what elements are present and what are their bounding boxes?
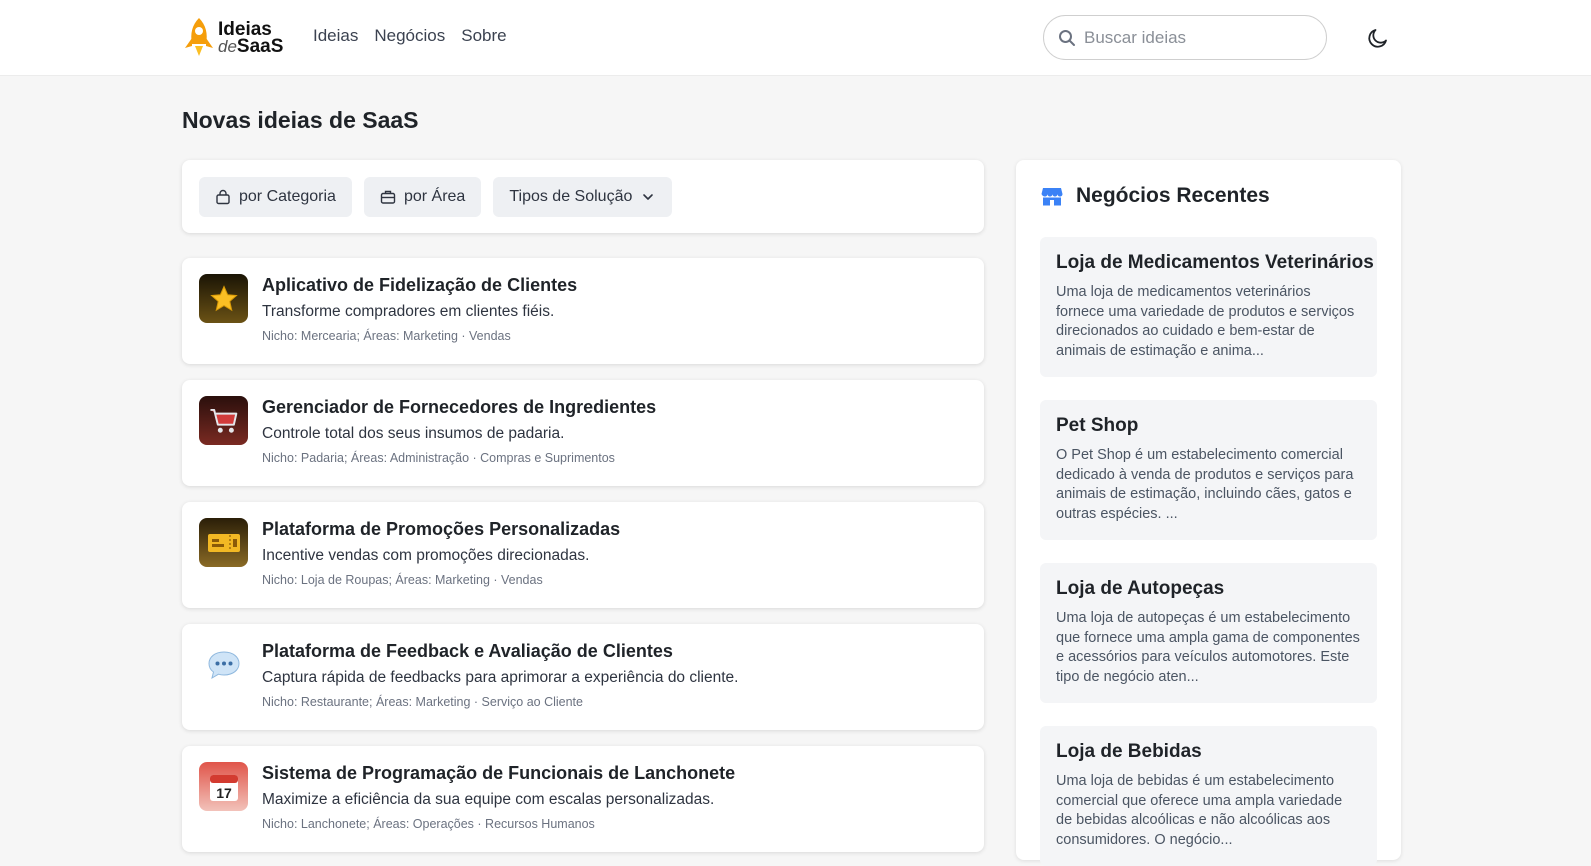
idea-description: Transforme compradores em clientes fiéis… — [262, 303, 555, 320]
idea-meta: Nicho: Restaurante; Áreas: Marketing · S… — [262, 695, 583, 709]
nav-link-ideias[interactable]: Ideias — [313, 26, 358, 46]
shopping-cart-icon — [199, 396, 248, 445]
sidebar-title: Negócios Recentes — [1076, 184, 1270, 207]
svg-text:17: 17 — [216, 785, 232, 801]
business-title: Loja de Bebidas — [1056, 741, 1202, 762]
idea-description: Incentive vendas com promoções direciona… — [262, 547, 590, 564]
idea-card[interactable]: Aplicativo de Fidelização de Clientes Tr… — [182, 258, 984, 364]
logo[interactable]: Ideias deSaaS — [182, 16, 288, 60]
briefcase-icon — [380, 190, 396, 204]
business-description: Uma loja de bebidas é um estabelecimento… — [1056, 773, 1343, 848]
filter-label: por Categoria — [239, 187, 336, 205]
filter-by-category-button[interactable]: por Categoria — [199, 176, 352, 217]
business-card[interactable]: Loja de Medicamentos Veterinários Uma lo… — [1040, 237, 1377, 377]
star-icon — [199, 274, 248, 323]
filter-bar: por Categoria por Área Tipos de Solução — [182, 160, 984, 233]
idea-title: Plataforma de Feedback e Avaliação de Cl… — [262, 641, 673, 661]
business-title: Loja de Autopeças — [1056, 578, 1225, 599]
idea-card[interactable]: Plataforma de Promoções Personalizadas I… — [182, 502, 984, 608]
idea-meta: Nicho: Mercearia; Áreas: Marketing · Ven… — [262, 329, 511, 343]
filter-by-area-button[interactable]: por Área — [363, 176, 482, 217]
idea-description: Captura rápida de feedbacks para aprimor… — [262, 669, 739, 686]
business-card[interactable]: Loja de Autopeças Uma loja de autopeças … — [1040, 563, 1377, 703]
shopping-cart-icon-graphic — [209, 408, 237, 433]
bag-icon — [216, 189, 230, 204]
calendar-icon: 17 — [199, 762, 248, 811]
logo-word-de: de — [218, 37, 237, 56]
idea-meta: Nicho: Padaria; Áreas: Administração · C… — [262, 451, 615, 465]
idea-description: Maximize a eficiência da sua equipe com … — [262, 791, 715, 808]
filter-label: Tipos de Solução — [509, 187, 633, 205]
business-card[interactable]: Pet Shop O Pet Shop é um estabelecimento… — [1040, 400, 1377, 540]
search-box[interactable] — [1043, 15, 1327, 60]
filter-label: por Área — [403, 187, 466, 205]
business-description: Uma loja de autopeças é um estabelecimen… — [1056, 610, 1360, 685]
business-card[interactable]: Loja de Bebidas Uma loja de bebidas é um… — [1040, 726, 1377, 866]
logo-word-de-saas: deSaaS — [218, 36, 284, 57]
business-description: O Pet Shop é um estabelecimento comercia… — [1056, 447, 1354, 522]
calendar-icon-graphic: 17 — [209, 774, 238, 801]
top-header: Ideias deSaaS Ideias Negócios Sobre — [0, 0, 1591, 76]
nav-link-negocios[interactable]: Negócios — [374, 26, 445, 46]
search-icon — [1059, 29, 1075, 46]
nav-link-sobre[interactable]: Sobre — [461, 26, 506, 46]
ticket-icon — [199, 518, 248, 567]
business-description: Uma loja de medicamentos veterinários fo… — [1056, 284, 1355, 359]
idea-description: Controle total dos seus insumos de padar… — [262, 425, 565, 442]
idea-title: Plataforma de Promoções Personalizadas — [262, 519, 621, 539]
speech-bubble-icon-graphic — [207, 650, 240, 679]
logo-text: Ideias deSaaS — [218, 20, 284, 57]
idea-card[interactable]: Plataforma de Feedback e Avaliação de Cl… — [182, 624, 984, 730]
business-title: Loja de Medicamentos Veterinários — [1056, 252, 1374, 273]
star-icon-graphic — [209, 284, 238, 311]
idea-title: Gerenciador de Fornecedores de Ingredien… — [262, 397, 657, 417]
idea-meta: Nicho: Lanchonete; Áreas: Operações · Re… — [262, 817, 595, 831]
logo-word-saas: SaaS — [236, 36, 284, 57]
idea-title: Aplicativo de Fidelização de Clientes — [262, 275, 578, 295]
recent-businesses-panel: Negócios Recentes Loja de Medicamentos V… — [1016, 160, 1401, 866]
idea-meta: Nicho: Loja de Roupas; Áreas: Marketing … — [262, 573, 543, 587]
idea-title: Sistema de Programação de Funcionais de … — [262, 763, 736, 783]
page-title: Novas ideias de SaaS — [182, 107, 419, 133]
rocket-icon — [185, 18, 213, 56]
idea-card[interactable]: Gerenciador de Fornecedores de Ingredien… — [182, 380, 984, 486]
moon-icon[interactable] — [1366, 26, 1390, 50]
ticket-icon-graphic — [207, 533, 240, 552]
main-nav: Ideias Negócios Sobre — [313, 26, 507, 46]
idea-card[interactable]: 17 Sistema de Programação de Funcionais … — [182, 746, 984, 852]
speech-bubble-icon — [199, 640, 248, 689]
business-title: Pet Shop — [1056, 415, 1139, 436]
store-icon — [1041, 188, 1063, 206]
search-input[interactable] — [1084, 27, 1304, 48]
sidebar-header: Negócios Recentes — [1040, 184, 1270, 208]
solution-types-dropdown[interactable]: Tipos de Solução — [493, 176, 673, 217]
chevron-down-icon — [643, 193, 654, 200]
